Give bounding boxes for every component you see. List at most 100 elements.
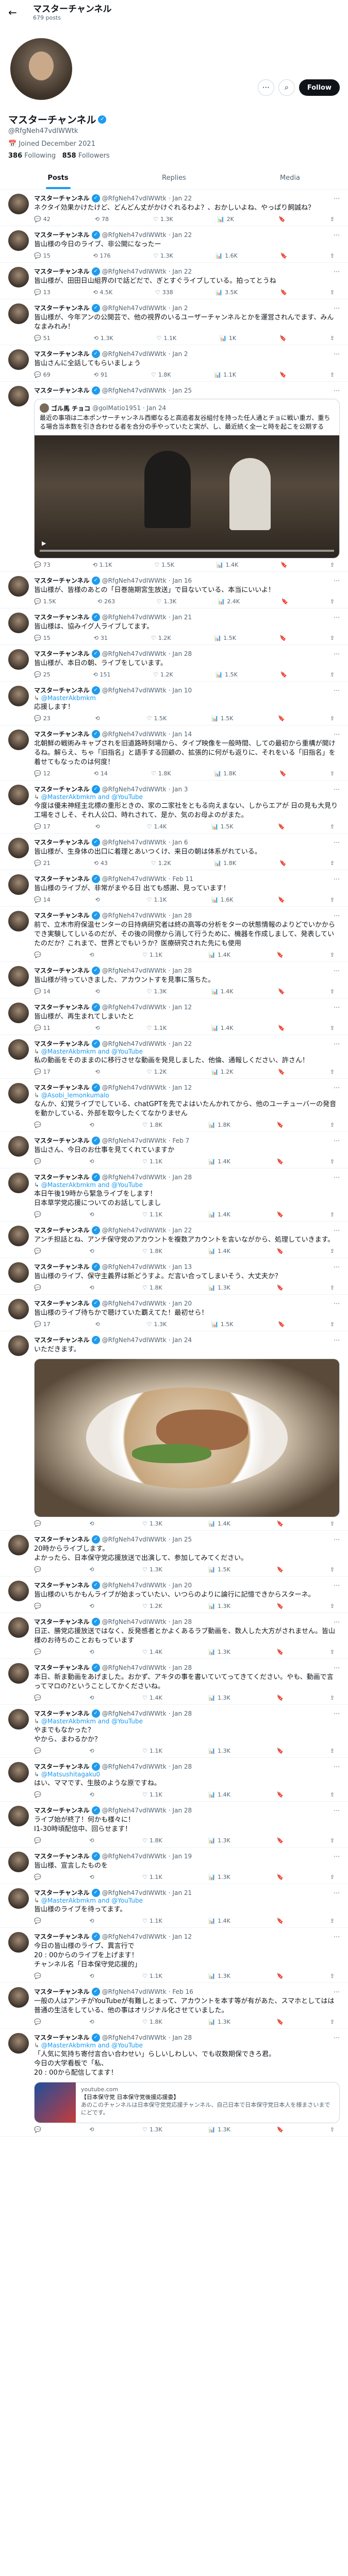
retweet-button[interactable]: ⟲ — [95, 823, 102, 830]
bookmark-button[interactable]: 🔖 — [276, 2019, 284, 2025]
reply-button[interactable]: 💬 — [34, 1694, 43, 1701]
tweet-avatar[interactable] — [8, 1762, 29, 1783]
tweet[interactable]: マスターチャンネル ✓ @RfgNeh47vdIWWtk · Feb 16 ⋯ 一般の人はア… — [0, 1983, 348, 2029]
reply-button[interactable]: 💬 69 — [34, 371, 51, 378]
tweet-avatar[interactable] — [8, 1299, 29, 1319]
tweet-date[interactable]: Jan 21 — [173, 614, 192, 621]
share-button[interactable]: ⇪ — [330, 1649, 335, 1655]
like-button[interactable]: ♡ 1.3K — [147, 988, 167, 995]
profile-avatar[interactable] — [8, 36, 74, 102]
bookmark-button[interactable]: 🔖 — [279, 371, 287, 378]
reply-button[interactable]: 💬 — [34, 1122, 43, 1128]
following-link[interactable]: 386 Following — [8, 152, 56, 160]
retweet-button[interactable]: ⟲ — [89, 1248, 96, 1255]
tweet-date[interactable]: Jan 22 — [173, 231, 192, 239]
share-button[interactable]: ⇪ — [330, 635, 335, 641]
views-button[interactable]: 📊 1.1K — [214, 371, 236, 378]
like-button[interactable]: ♡ 1.1K — [142, 1748, 162, 1754]
tweet[interactable]: マスターチャンネル ✓ @RfgNeh47vdIWWtk · Jan 21 ⋯ 皆山様は、協… — [0, 608, 348, 645]
like-button[interactable]: ♡ 1.5K — [147, 715, 167, 722]
share-button[interactable]: ⇪ — [330, 952, 335, 958]
tweet-more-icon[interactable]: ⋯ — [334, 839, 340, 846]
tweet-more-icon[interactable]: ⋯ — [334, 1763, 340, 1770]
reply-button[interactable]: 💬 51 — [34, 335, 51, 342]
bookmark-button[interactable]: 🔖 — [276, 1284, 284, 1291]
tweet-avatar[interactable] — [8, 1083, 29, 1104]
tweet-date[interactable]: Jan 28 — [173, 2034, 192, 2041]
retweet-button[interactable]: ⟲ — [89, 1748, 96, 1754]
tweet[interactable]: マスターチャンネル ✓ @RfgNeh47vdIWWtk · Jan 12 ⋯ ↳ @Aso… — [0, 1079, 348, 1132]
tweet-avatar[interactable] — [8, 874, 29, 895]
bookmark-button[interactable]: 🔖 — [276, 1158, 284, 1165]
retweet-button[interactable]: ⟲ — [89, 2019, 96, 2025]
bookmark-button[interactable]: 🔖 — [276, 1211, 284, 1218]
tweet-avatar[interactable] — [8, 730, 29, 750]
tweet-author[interactable]: マスターチャンネル — [34, 730, 90, 738]
tweet[interactable]: マスターチャンネル ✓ @RfgNeh47vdIWWtk · Jan 3 ⋯ ↳ @Mast… — [0, 781, 348, 834]
tweet-more-icon[interactable]: ⋯ — [334, 912, 340, 919]
tweet-avatar[interactable] — [8, 1663, 29, 1684]
tweet-avatar[interactable] — [8, 1617, 29, 1638]
tweet-author[interactable]: マスターチャンネル — [34, 303, 90, 312]
bookmark-button[interactable]: 🔖 — [278, 823, 285, 830]
tweet[interactable]: マスターチャンネル ✓ @RfgNeh47vdIWWtk · Jan 6 ⋯ 皆山様が、生身… — [0, 834, 348, 870]
like-button[interactable]: ♡ 1.1K — [142, 1874, 162, 1880]
reply-button[interactable]: 💬 13 — [34, 289, 51, 296]
tweet-avatar[interactable] — [8, 2033, 29, 2054]
like-button[interactable]: ♡ 1.3K — [157, 598, 177, 605]
tweet-avatar[interactable] — [8, 785, 29, 805]
tweet-date[interactable]: Jan 13 — [173, 1263, 192, 1270]
tweet-more-icon[interactable]: ⋯ — [334, 731, 340, 738]
tweet-more-icon[interactable]: ⋯ — [334, 195, 340, 202]
tweet-author[interactable]: マスターチャンネル — [34, 1136, 90, 1145]
views-button[interactable]: 📊 3.5K — [216, 289, 237, 296]
like-button[interactable]: ♡ 1.3K — [153, 252, 173, 259]
bookmark-button[interactable]: 🔖 — [279, 770, 287, 777]
retweet-button[interactable]: ⟲ — [89, 1837, 96, 1844]
reply-button[interactable]: 💬 23 — [34, 715, 51, 722]
like-button[interactable]: ♡ 1.1K — [142, 1918, 162, 1924]
like-button[interactable]: ♡ 338 — [155, 289, 173, 296]
tweet-more-icon[interactable]: ⋯ — [334, 1084, 340, 1091]
reply-button[interactable]: 💬 15 — [34, 635, 51, 641]
tweet-date[interactable]: Jan 28 — [173, 912, 192, 919]
bookmark-button[interactable]: 🔖 — [280, 289, 287, 296]
views-button[interactable]: 📊 1.5K — [214, 635, 236, 641]
tweet-avatar[interactable] — [8, 1535, 29, 1555]
tweet[interactable]: マスターチャンネル ✓ @RfgNeh47vdIWWtk · Jan 12 ⋯ 今日の皆山様… — [0, 1928, 348, 1983]
bookmark-button[interactable]: 🔖 — [278, 1069, 285, 1075]
retweet-button[interactable]: ⟲ 176 — [93, 252, 110, 259]
tweet-date[interactable]: Jan 25 — [173, 387, 192, 394]
bookmark-button[interactable]: 🔖 — [276, 1918, 284, 1924]
retweet-button[interactable]: ⟲ — [89, 1791, 96, 1798]
tweet-more-icon[interactable]: ⋯ — [334, 577, 340, 584]
retweet-button[interactable]: ⟲ — [89, 1874, 96, 1880]
bookmark-button[interactable]: 🔖 — [276, 2126, 284, 2133]
tweet-more-icon[interactable]: ⋯ — [334, 1853, 340, 1860]
views-button[interactable]: 📊 1.4K — [211, 1025, 233, 1031]
tweet[interactable]: マスターチャンネル ✓ @RfgNeh47vdIWWtk · Jan 28 ⋯ ↳ @Mat… — [0, 1758, 348, 1802]
tweet-more-icon[interactable]: ⋯ — [334, 1040, 340, 1047]
reply-target[interactable]: @MasterAkbmkm and @YouTube — [41, 1048, 143, 1055]
bookmark-button[interactable]: 🔖 — [276, 952, 284, 958]
tweet-author[interactable]: マスターチャンネル — [34, 1535, 90, 1544]
tweet-author[interactable]: マスターチャンネル — [34, 386, 90, 395]
bookmark-button[interactable]: 🔖 — [276, 1874, 284, 1880]
bookmark-button[interactable]: 🔖 — [278, 988, 285, 995]
tweet-date[interactable]: Feb 16 — [173, 1988, 193, 1995]
tweet[interactable]: マスターチャンネル ✓ @RfgNeh47vdIWWtk · Jan 28 ⋯ ↳ @Mas… — [0, 1168, 348, 1222]
tweet-more-icon[interactable]: ⋯ — [334, 1618, 340, 1625]
share-button[interactable]: ⇪ — [330, 715, 335, 722]
like-button[interactable]: ♡ 1.2K — [151, 635, 171, 641]
tweet-date[interactable]: Jan 21 — [173, 1889, 192, 1896]
reply-button[interactable]: 💬 — [34, 1791, 43, 1798]
tweet-date[interactable]: Jan 28 — [173, 650, 192, 657]
share-button[interactable]: ⇪ — [330, 988, 335, 995]
share-button[interactable]: ⇪ — [330, 1248, 335, 1255]
like-button[interactable]: ♡ 1.2K — [153, 671, 173, 678]
reply-button[interactable]: 💬 17 — [34, 823, 51, 830]
search-icon[interactable]: ⌕ — [278, 79, 295, 96]
tweet-avatar[interactable] — [8, 576, 29, 597]
retweet-button[interactable]: ⟲ 4.5K — [93, 289, 112, 296]
tweet-more-icon[interactable]: ⋯ — [334, 1174, 340, 1181]
